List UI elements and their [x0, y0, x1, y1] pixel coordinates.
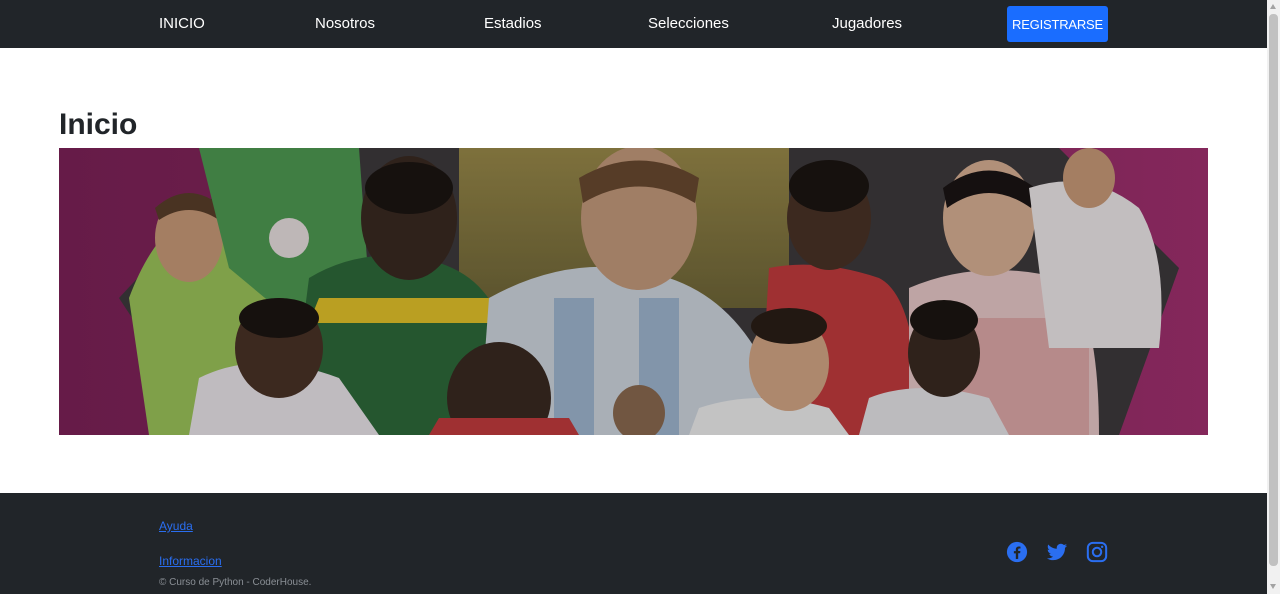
scrollbar-thumb[interactable]	[1269, 14, 1278, 566]
scroll-up-arrow-icon[interactable]	[1270, 4, 1276, 9]
footer-link-ayuda[interactable]: Ayuda	[159, 519, 193, 533]
players-banner-image	[59, 148, 1208, 435]
twitter-icon[interactable]	[1046, 541, 1068, 563]
nav-link-jugadores[interactable]: Jugadores	[832, 15, 902, 33]
nav-link-inicio[interactable]: INICIO	[159, 15, 205, 33]
facebook-icon[interactable]	[1006, 541, 1028, 563]
footer: Ayuda Informacion © Curso de Python - Co…	[0, 493, 1267, 594]
nav-link-selecciones[interactable]: Selecciones	[648, 15, 729, 33]
footer-link-informacion[interactable]: Informacion	[159, 554, 222, 568]
nav-link-nosotros[interactable]: Nosotros	[315, 15, 375, 33]
instagram-icon[interactable]	[1086, 541, 1108, 563]
scroll-down-arrow-icon[interactable]	[1270, 584, 1276, 589]
vertical-scrollbar[interactable]	[1267, 0, 1280, 594]
copyright-text: © Curso de Python - CoderHouse.	[159, 577, 312, 588]
register-button[interactable]: REGISTRARSE	[1007, 6, 1108, 42]
top-navbar: INICIO Nosotros Estadios Selecciones Jug…	[0, 0, 1267, 48]
page-title: Inicio	[59, 108, 138, 141]
nav-link-estadios[interactable]: Estadios	[484, 15, 542, 33]
football-players-collage-icon	[59, 148, 1208, 435]
